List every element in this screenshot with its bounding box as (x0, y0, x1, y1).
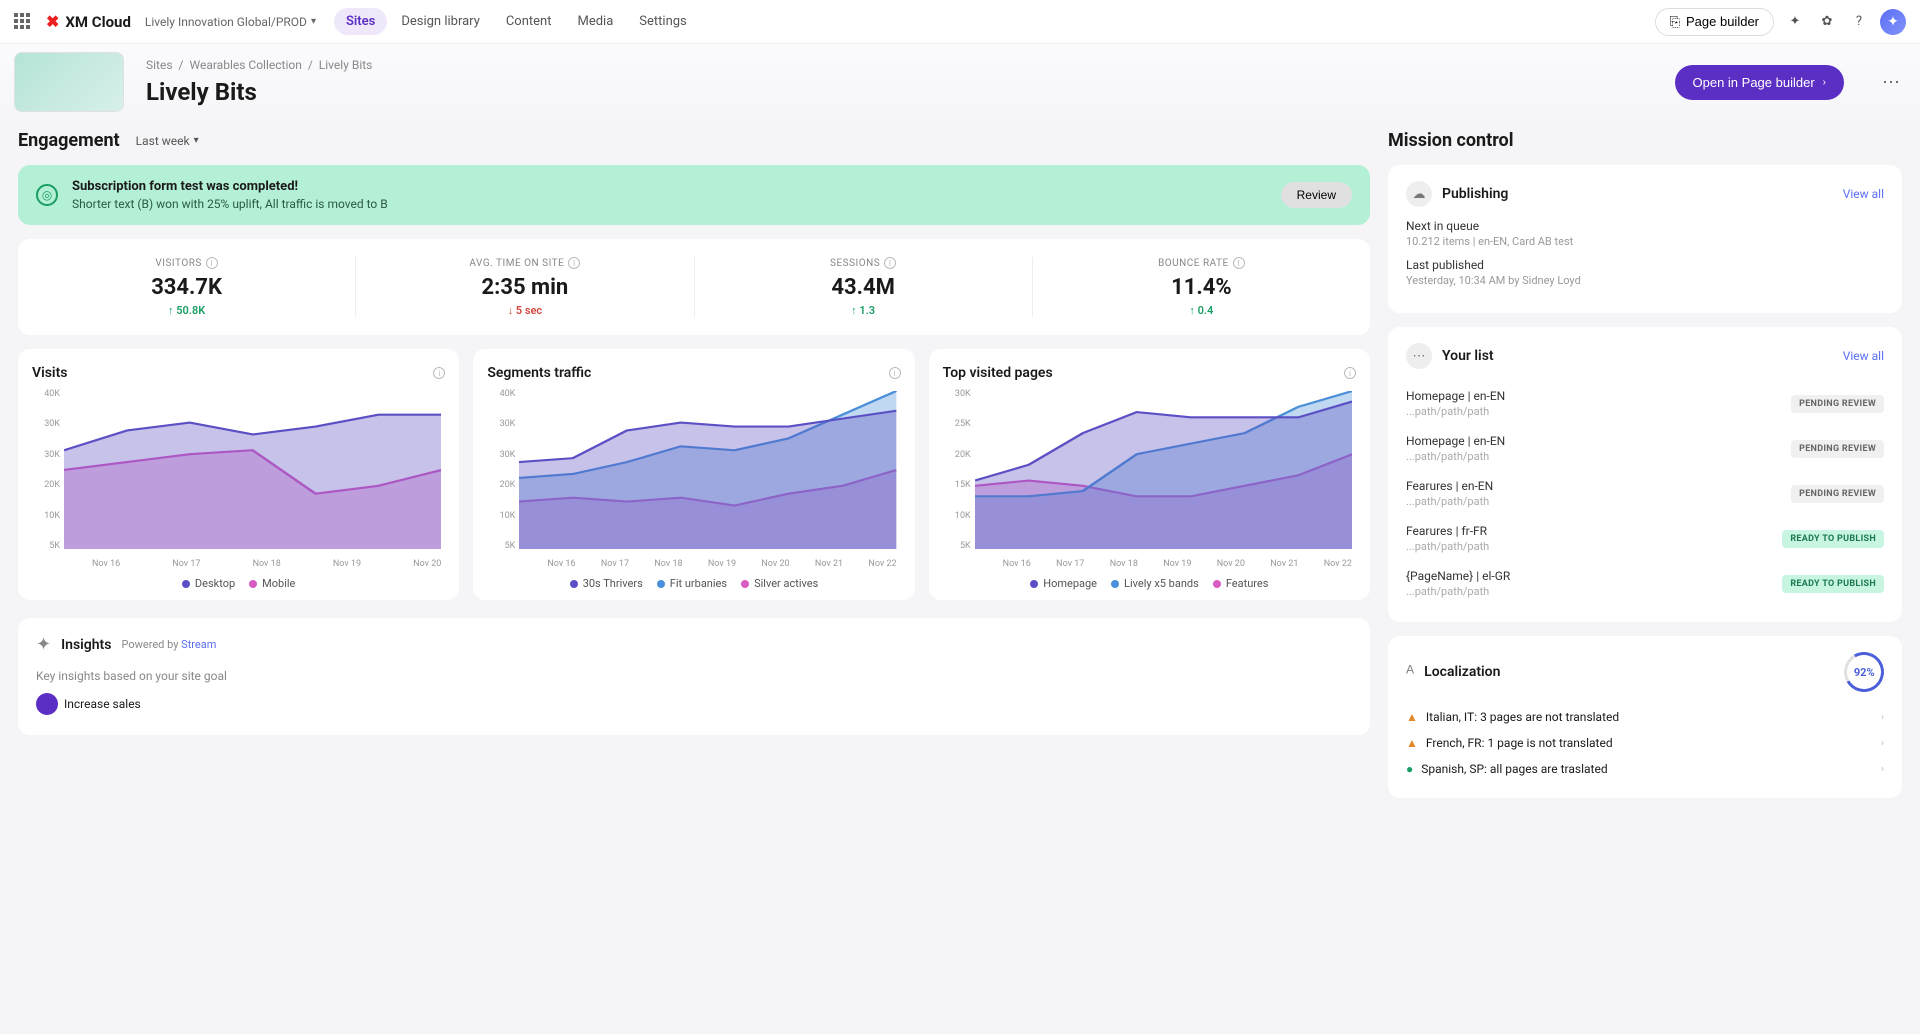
status-badge: READY TO PUBLISH (1782, 575, 1884, 593)
chevron-down-icon: ▾ (194, 135, 199, 146)
list-icon: ⋯ (1406, 343, 1432, 369)
alert-title: Subscription form test was completed! (72, 179, 1267, 194)
localization-icon: ᴬ (1406, 662, 1414, 683)
next-in-queue-value: 10.212 items | en-EN, Card AB test (1406, 235, 1884, 248)
chevron-down-icon: ▾ (311, 16, 316, 27)
info-icon[interactable]: i (889, 367, 901, 379)
charts-row: Visitsi 40K30K30K20K10K5K Nov 16Nov 17No… (18, 349, 1370, 600)
your-list-view-all[interactable]: View all (1843, 349, 1884, 363)
page-thumbnail (14, 52, 124, 112)
nav-tab-content[interactable]: Content (494, 8, 564, 35)
logo-mark-icon: ✖ (46, 12, 59, 31)
localization-row[interactable]: ▲French, FR: 1 page is not translated› (1406, 730, 1884, 756)
stats-row: VISITORSi 334.7K ↑ 50.8KAVG. TIME ON SIT… (18, 239, 1370, 335)
review-button[interactable]: Review (1281, 182, 1352, 208)
info-icon[interactable]: i (1233, 257, 1245, 269)
mission-control-title: Mission control (1388, 130, 1902, 151)
publishing-panel: ☁ Publishing View all Next in queue 10.2… (1388, 165, 1902, 313)
extensions-icon[interactable]: ✿ (1816, 11, 1838, 33)
your-list-panel: ⋯ Your list View all Homepage | en-EN...… (1388, 327, 1902, 622)
info-icon[interactable]: i (568, 257, 580, 269)
alert-subtitle: Shorter text (B) won with 25% uplift, Al… (72, 197, 1267, 211)
page-builder-icon: ⎘ (1670, 14, 1680, 30)
test-complete-alert: ◎ Subscription form test was completed! … (18, 165, 1370, 225)
breadcrumb: Sites/Wearables Collection/Lively Bits (146, 58, 1653, 72)
engagement-title: Engagement (18, 130, 120, 151)
page-builder-button[interactable]: ⎘ Page builder (1655, 8, 1774, 36)
last-published-label: Last published (1406, 258, 1884, 272)
publishing-title: Publishing (1442, 186, 1833, 202)
localization-row[interactable]: ●Spanish, SP: all pages are traslated› (1406, 756, 1884, 782)
chevron-right-icon: › (1823, 77, 1826, 88)
help-icon[interactable]: ? (1848, 11, 1870, 33)
breadcrumb-item[interactable]: Lively Bits (319, 58, 373, 72)
date-range-dropdown[interactable]: Last week▾ (136, 134, 199, 148)
chevron-right-icon: › (1881, 764, 1884, 775)
page-title: Lively Bits (146, 78, 1653, 106)
goal-icon (36, 693, 58, 715)
open-in-page-builder-button[interactable]: Open in Page builder › (1675, 65, 1845, 100)
nav-tab-media[interactable]: Media (565, 8, 625, 35)
stat-visitors: VISITORSi 334.7K ↑ 50.8K (18, 257, 356, 317)
info-icon[interactable]: i (206, 257, 218, 269)
info-icon[interactable]: i (433, 367, 445, 379)
topbar: ✖ XM Cloud Lively Innovation Global/PROD… (0, 0, 1920, 44)
insights-subtitle: Key insights based on your site goal (36, 669, 1352, 683)
list-item[interactable]: Fearures | en-EN...path/path/path PENDIN… (1406, 471, 1884, 516)
breadcrumb-item[interactable]: Wearables Collection (189, 58, 301, 72)
list-item[interactable]: Homepage | en-EN...path/path/path PENDIN… (1406, 426, 1884, 471)
nav-tab-design-library[interactable]: Design library (389, 8, 492, 35)
info-icon[interactable]: i (1344, 367, 1356, 379)
product-logo: ✖ XM Cloud (46, 12, 131, 31)
status-badge: PENDING REVIEW (1791, 440, 1884, 458)
publishing-icon: ☁ (1406, 181, 1432, 207)
target-icon: ◎ (36, 184, 58, 206)
insights-panel: ✦ Insights Powered by Stream Key insight… (18, 618, 1370, 735)
publishing-view-all[interactable]: View all (1843, 187, 1884, 201)
list-item[interactable]: Fearures | fr-FR...path/path/path READY … (1406, 516, 1884, 561)
stream-link[interactable]: Stream (181, 638, 216, 651)
localization-row[interactable]: ▲Italian, IT: 3 pages are not translated… (1406, 704, 1884, 730)
insights-title: Insights (61, 637, 111, 653)
chart-segments-traffic: Segments traffici 40K30K30K20K10K5K Nov … (473, 349, 914, 600)
page-header: Sites/Wearables Collection/Lively Bits L… (0, 44, 1920, 130)
your-list-title: Your list (1442, 348, 1833, 364)
avatar[interactable]: ✦ (1880, 9, 1906, 35)
warning-icon: ▲ (1406, 710, 1418, 724)
powered-by: Powered by Stream (121, 638, 216, 651)
chevron-right-icon: › (1881, 738, 1884, 749)
chart-top-visited-pages: Top visited pagesi 30K25K20K15K10K5K Nov… (929, 349, 1370, 600)
localization-panel: ᴬ Localization 92% ▲Italian, IT: 3 pages… (1388, 636, 1902, 798)
environment-dropdown[interactable]: Lively Innovation Global/PROD▾ (145, 15, 316, 29)
last-published-value: Yesterday, 10:34 AM by Sidney Loyd (1406, 274, 1884, 287)
list-item[interactable]: {PageName} | el-GR...path/path/path READ… (1406, 561, 1884, 606)
ai-icon[interactable]: ✦ (1784, 11, 1806, 33)
status-badge: PENDING REVIEW (1791, 485, 1884, 503)
stat-bounce-rate: BOUNCE RATEi 11.4% ↑ 0.4 (1033, 257, 1370, 317)
sparkles-icon: ✦ (36, 634, 51, 655)
nav-tab-settings[interactable]: Settings (627, 8, 698, 35)
info-icon[interactable]: i (884, 257, 896, 269)
product-name: XM Cloud (65, 13, 130, 31)
stat-sessions: SESSIONSi 43.4M ↑ 1.3 (695, 257, 1033, 317)
status-badge: PENDING REVIEW (1791, 395, 1884, 413)
stat-avg-time-on-site: AVG. TIME ON SITEi 2:35 min ↓ 5 sec (356, 257, 694, 317)
localization-title: Localization (1424, 664, 1834, 680)
chevron-right-icon: › (1881, 712, 1884, 723)
app-switcher-icon[interactable] (14, 13, 32, 31)
check-icon: ● (1406, 762, 1413, 776)
site-goal: Increase sales (36, 693, 141, 715)
warning-icon: ▲ (1406, 736, 1418, 750)
chart-visits: Visitsi 40K30K30K20K10K5K Nov 16Nov 17No… (18, 349, 459, 600)
list-item[interactable]: Homepage | en-EN...path/path/path PENDIN… (1406, 381, 1884, 426)
status-badge: READY TO PUBLISH (1782, 530, 1884, 548)
next-in-queue-label: Next in queue (1406, 219, 1884, 233)
breadcrumb-item[interactable]: Sites (146, 58, 173, 72)
nav-tab-sites[interactable]: Sites (334, 8, 387, 35)
more-menu-button[interactable]: ⋯ (1876, 67, 1906, 97)
localization-progress-ring: 92% (1840, 648, 1889, 697)
nav-tabs: SitesDesign libraryContentMediaSettings (334, 8, 699, 35)
